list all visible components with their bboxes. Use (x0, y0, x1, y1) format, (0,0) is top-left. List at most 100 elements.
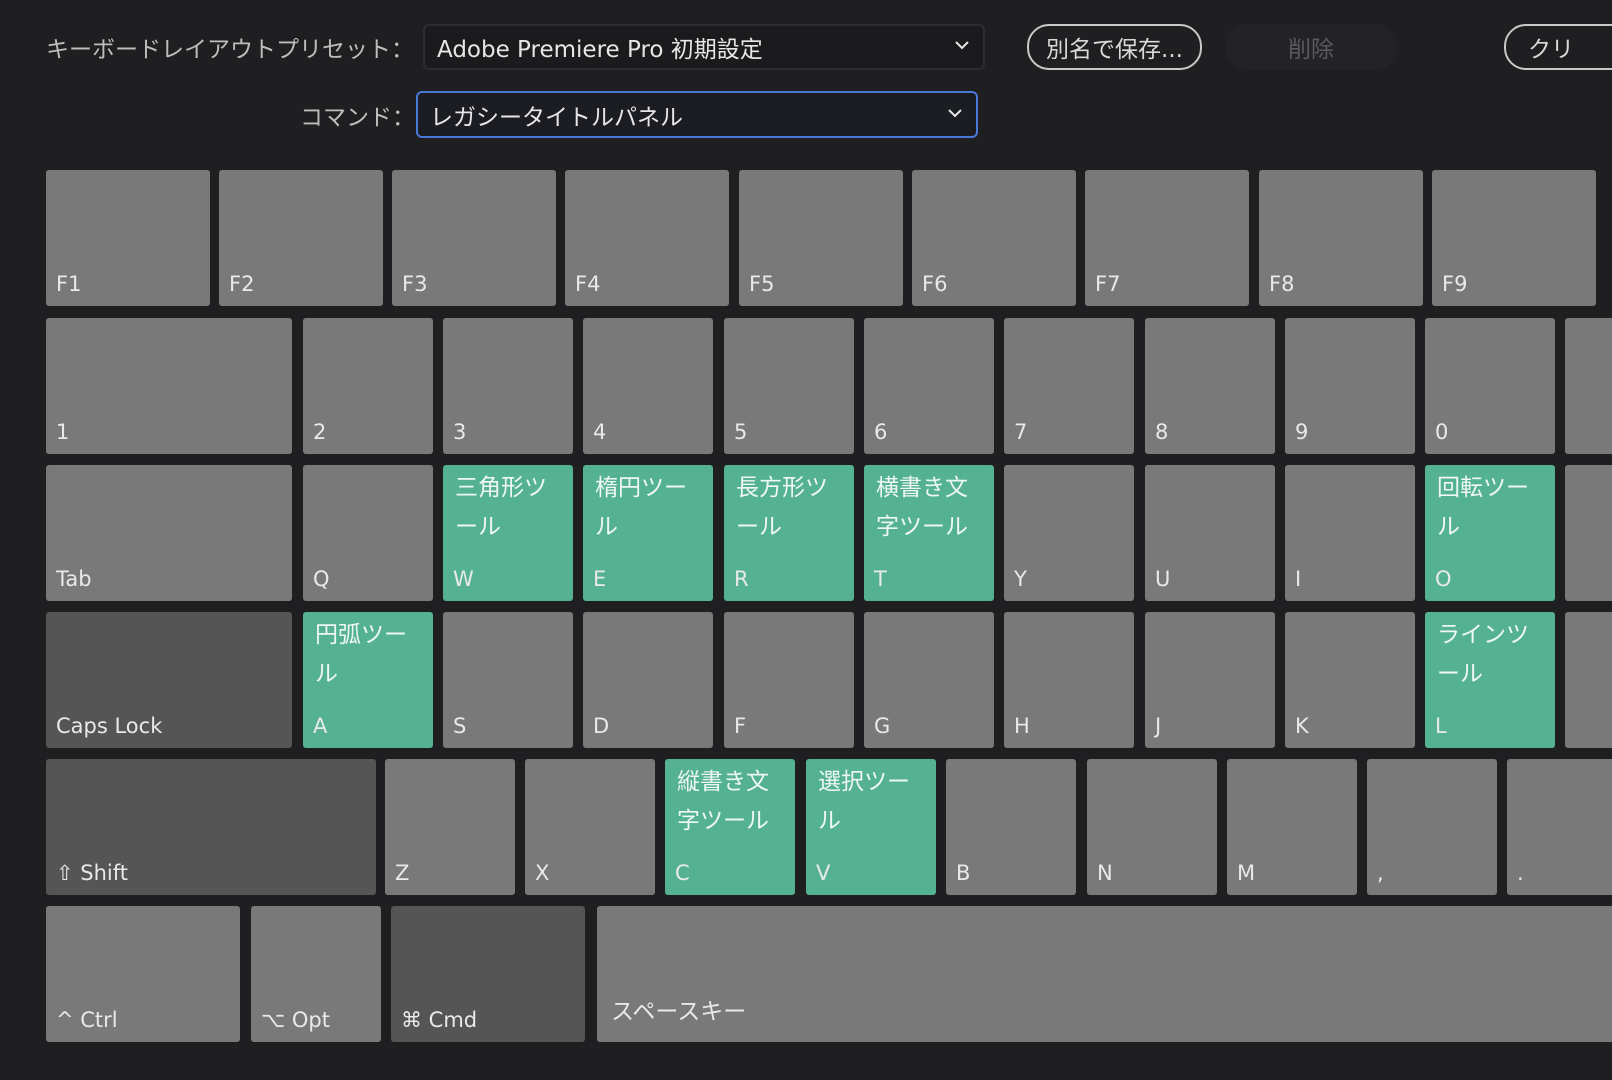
assigned-command: 三角形ツール (455, 475, 547, 540)
key-b[interactable]: B (946, 759, 1076, 895)
save-as-button[interactable]: 別名で保存... (1027, 24, 1202, 70)
key-5[interactable]: 5 (724, 318, 854, 454)
key-f9[interactable]: F9 (1432, 170, 1596, 306)
key-l[interactable]: ラインツール L (1425, 612, 1555, 748)
key-opt[interactable]: ⌥ Opt (251, 906, 381, 1042)
key-c[interactable]: 縦書き文字ツール C (665, 759, 795, 895)
command-dropdown[interactable]: レガシータイトルパネル (416, 91, 978, 138)
key-4[interactable]: 4 (583, 318, 713, 454)
key-label: F1 (56, 272, 82, 296)
chevron-down-icon (948, 108, 962, 117)
key-label: . (1517, 861, 1524, 885)
key-label: 6 (874, 420, 888, 444)
key-m[interactable]: M (1227, 759, 1357, 895)
key-label: L (1435, 714, 1447, 738)
key-6[interactable]: 6 (864, 318, 994, 454)
key-label: V (816, 861, 831, 885)
delete-button[interactable]: 削除 (1225, 24, 1397, 70)
assigned-command: 選択ツール (818, 769, 910, 834)
key-o[interactable]: 回転ツール O (1425, 465, 1555, 601)
key-comma[interactable]: , (1367, 759, 1497, 895)
key-3[interactable]: 3 (443, 318, 573, 454)
key-label: O (1435, 567, 1452, 591)
key-label: S (453, 714, 467, 738)
key-7[interactable]: 7 (1004, 318, 1134, 454)
key-f8[interactable]: F8 (1259, 170, 1423, 306)
key-caps-lock[interactable]: Caps Lock (46, 612, 292, 748)
key-semicolon[interactable] (1565, 612, 1612, 748)
key-z[interactable]: Z (385, 759, 515, 895)
key-i[interactable]: I (1285, 465, 1415, 601)
key-f1[interactable]: F1 (46, 170, 210, 306)
key-label: Q (313, 567, 330, 591)
key-label: , (1377, 861, 1384, 885)
key-label: F5 (749, 272, 775, 296)
key-f4[interactable]: F4 (565, 170, 729, 306)
assigned-command: 横書き文字ツール (876, 475, 968, 540)
key-1[interactable]: 1 (46, 318, 292, 454)
key-u[interactable]: U (1145, 465, 1275, 601)
key-q[interactable]: Q (303, 465, 433, 601)
assigned-command: 縦書き文字ツール (677, 769, 769, 834)
key-label: K (1295, 714, 1309, 738)
key-2[interactable]: 2 (303, 318, 433, 454)
key-j[interactable]: J (1145, 612, 1275, 748)
command-label: コマンド： (300, 105, 415, 131)
key-d[interactable]: D (583, 612, 713, 748)
key-label: I (1295, 567, 1302, 591)
key-f6[interactable]: F6 (912, 170, 1076, 306)
key-y[interactable]: Y (1004, 465, 1134, 601)
key-label: E (593, 567, 607, 591)
key-label: 3 (453, 420, 467, 444)
key-h[interactable]: H (1004, 612, 1134, 748)
key-label: 1 (56, 420, 70, 444)
key-p[interactable] (1565, 465, 1612, 601)
key-ctrl[interactable]: ^ Ctrl (46, 906, 240, 1042)
key-r[interactable]: 長方形ツール R (724, 465, 854, 601)
key-label: F9 (1442, 272, 1468, 296)
key-cmd[interactable]: ⌘ Cmd (391, 906, 585, 1042)
key-label: Caps Lock (56, 714, 163, 738)
key-shift[interactable]: ⇧ Shift (46, 759, 376, 895)
key-f5[interactable]: F5 (739, 170, 903, 306)
key-w[interactable]: 三角形ツール W (443, 465, 573, 601)
key-label: 8 (1155, 420, 1169, 444)
preset-dropdown[interactable]: Adobe Premiere Pro 初期設定 (423, 24, 985, 70)
key-8[interactable]: 8 (1145, 318, 1275, 454)
key-label: 9 (1295, 420, 1309, 444)
key-x[interactable]: X (525, 759, 655, 895)
key-g[interactable]: G (864, 612, 994, 748)
assigned-command: 楕円ツール (595, 475, 687, 540)
key-k[interactable]: K (1285, 612, 1415, 748)
command-value: レガシータイトルパネル (430, 104, 683, 131)
key-label: U (1155, 567, 1171, 591)
key-f7[interactable]: F7 (1085, 170, 1249, 306)
key-minus[interactable] (1565, 318, 1612, 454)
key-9[interactable]: 9 (1285, 318, 1415, 454)
key-label: ^ Ctrl (56, 1008, 118, 1032)
key-period[interactable]: . (1507, 759, 1612, 895)
keyboard-layout: F1 F2 F3 F4 F5 F6 F7 F8 F9 1 2 3 4 5 6 7… (0, 0, 1612, 1080)
key-f3[interactable]: F3 (392, 170, 556, 306)
key-label: 5 (734, 420, 748, 444)
key-f2[interactable]: F2 (219, 170, 383, 306)
key-0[interactable]: 0 (1425, 318, 1555, 454)
key-label: N (1097, 861, 1113, 885)
key-tab[interactable]: Tab (46, 465, 292, 601)
key-v[interactable]: 選択ツール V (806, 759, 936, 895)
key-label: ⌥ Opt (261, 1008, 330, 1032)
key-f[interactable]: F (724, 612, 854, 748)
key-label: スペースキー (611, 999, 747, 1025)
key-e[interactable]: 楕円ツール E (583, 465, 713, 601)
key-s[interactable]: S (443, 612, 573, 748)
key-space[interactable]: スペースキー (597, 906, 1612, 1042)
chevron-down-icon (955, 41, 969, 50)
key-label: W (453, 567, 474, 591)
key-label: F4 (575, 272, 601, 296)
clear-button[interactable]: クリ (1504, 24, 1612, 70)
key-n[interactable]: N (1087, 759, 1217, 895)
key-label: Tab (56, 567, 92, 591)
key-label: 7 (1014, 420, 1028, 444)
key-t[interactable]: 横書き文字ツール T (864, 465, 994, 601)
key-a[interactable]: 円弧ツール A (303, 612, 433, 748)
